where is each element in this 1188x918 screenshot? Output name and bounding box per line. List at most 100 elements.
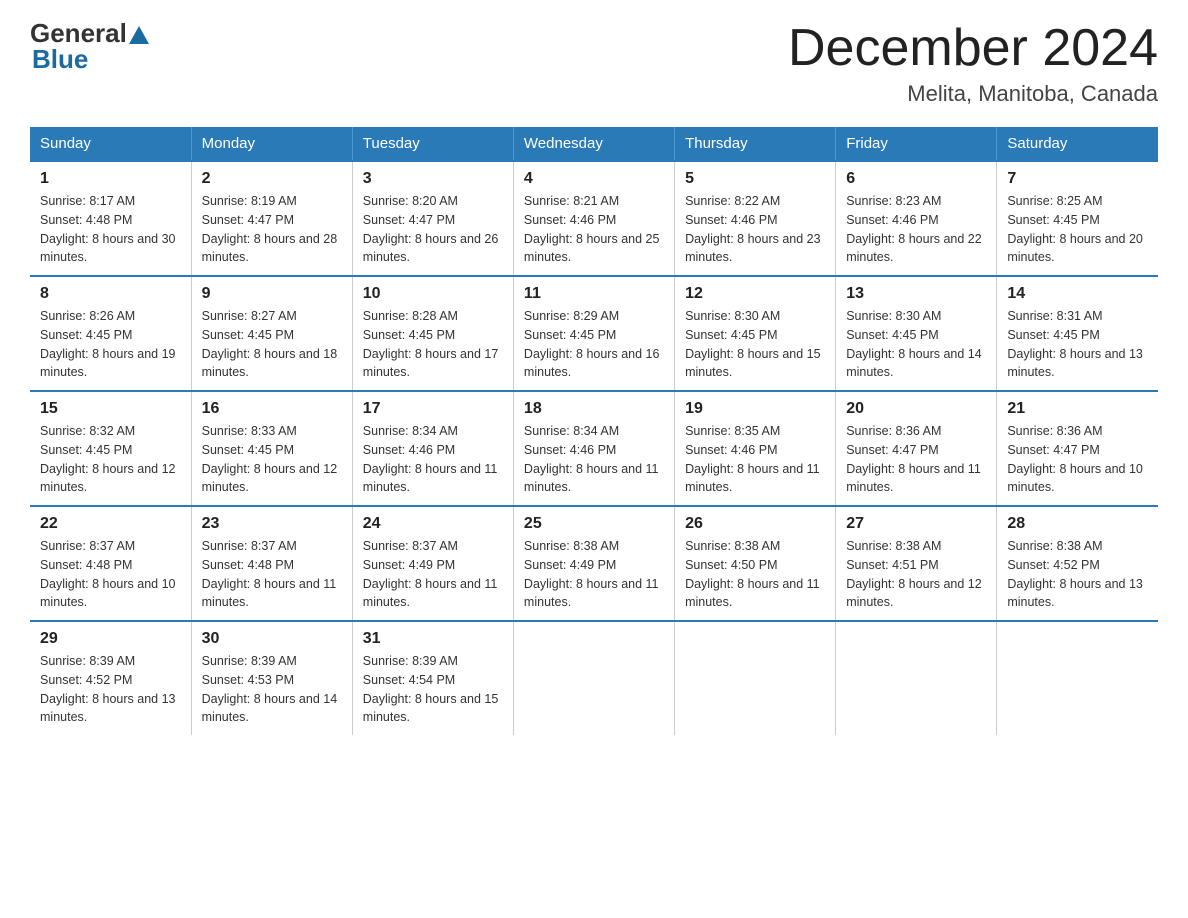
day-number: 11 [524, 285, 664, 303]
calendar-cell: 19 Sunrise: 8:35 AM Sunset: 4:46 PM Dayl… [675, 391, 836, 506]
day-number: 16 [202, 400, 342, 418]
day-number: 1 [40, 170, 181, 188]
sunset-label: Sunset: 4:46 PM [524, 213, 616, 227]
calendar-cell: 15 Sunrise: 8:32 AM Sunset: 4:45 PM Dayl… [30, 391, 191, 506]
sunrise-label: Sunrise: 8:33 AM [202, 424, 297, 438]
daylight-label: Daylight: 8 hours and 11 minutes. [846, 462, 981, 495]
sunrise-label: Sunrise: 8:37 AM [363, 539, 458, 553]
calendar-cell: 7 Sunrise: 8:25 AM Sunset: 4:45 PM Dayli… [997, 161, 1158, 276]
col-header-sunday: Sunday [30, 127, 191, 161]
daylight-label: Daylight: 8 hours and 26 minutes. [363, 232, 499, 265]
sunrise-label: Sunrise: 8:32 AM [40, 424, 135, 438]
calendar-week-row: 8 Sunrise: 8:26 AM Sunset: 4:45 PM Dayli… [30, 276, 1158, 391]
day-number: 30 [202, 630, 342, 648]
day-info: Sunrise: 8:37 AM Sunset: 4:49 PM Dayligh… [363, 537, 503, 612]
sunrise-label: Sunrise: 8:39 AM [40, 654, 135, 668]
daylight-label: Daylight: 8 hours and 11 minutes. [685, 462, 820, 495]
col-header-wednesday: Wednesday [513, 127, 674, 161]
daylight-label: Daylight: 8 hours and 12 minutes. [40, 462, 176, 495]
sunset-label: Sunset: 4:48 PM [40, 213, 132, 227]
col-header-tuesday: Tuesday [352, 127, 513, 161]
sunrise-label: Sunrise: 8:35 AM [685, 424, 780, 438]
daylight-label: Daylight: 8 hours and 25 minutes. [524, 232, 660, 265]
day-info: Sunrise: 8:39 AM Sunset: 4:53 PM Dayligh… [202, 652, 342, 727]
day-number: 26 [685, 515, 825, 533]
day-number: 5 [685, 170, 825, 188]
calendar-week-row: 22 Sunrise: 8:37 AM Sunset: 4:48 PM Dayl… [30, 506, 1158, 621]
col-header-friday: Friday [836, 127, 997, 161]
sunrise-label: Sunrise: 8:19 AM [202, 194, 297, 208]
daylight-label: Daylight: 8 hours and 11 minutes. [202, 577, 337, 610]
sunset-label: Sunset: 4:53 PM [202, 673, 294, 687]
sunset-label: Sunset: 4:45 PM [524, 328, 616, 342]
col-header-monday: Monday [191, 127, 352, 161]
day-info: Sunrise: 8:38 AM Sunset: 4:51 PM Dayligh… [846, 537, 986, 612]
sunset-label: Sunset: 4:47 PM [1007, 443, 1099, 457]
sunrise-label: Sunrise: 8:38 AM [1007, 539, 1102, 553]
calendar-table: SundayMondayTuesdayWednesdayThursdayFrid… [30, 127, 1158, 735]
day-info: Sunrise: 8:34 AM Sunset: 4:46 PM Dayligh… [524, 422, 664, 497]
sunrise-label: Sunrise: 8:29 AM [524, 309, 619, 323]
sunset-label: Sunset: 4:47 PM [363, 213, 455, 227]
day-info: Sunrise: 8:31 AM Sunset: 4:45 PM Dayligh… [1007, 307, 1148, 382]
calendar-cell: 31 Sunrise: 8:39 AM Sunset: 4:54 PM Dayl… [352, 621, 513, 735]
day-info: Sunrise: 8:38 AM Sunset: 4:50 PM Dayligh… [685, 537, 825, 612]
sunrise-label: Sunrise: 8:20 AM [363, 194, 458, 208]
sunset-label: Sunset: 4:46 PM [685, 213, 777, 227]
logo-text: General [30, 20, 151, 46]
day-info: Sunrise: 8:36 AM Sunset: 4:47 PM Dayligh… [846, 422, 986, 497]
day-info: Sunrise: 8:25 AM Sunset: 4:45 PM Dayligh… [1007, 192, 1148, 267]
logo-general-text: General [30, 20, 127, 46]
sunrise-label: Sunrise: 8:27 AM [202, 309, 297, 323]
day-number: 10 [363, 285, 503, 303]
sunset-label: Sunset: 4:45 PM [685, 328, 777, 342]
calendar-cell: 22 Sunrise: 8:37 AM Sunset: 4:48 PM Dayl… [30, 506, 191, 621]
sunset-label: Sunset: 4:45 PM [202, 443, 294, 457]
day-info: Sunrise: 8:23 AM Sunset: 4:46 PM Dayligh… [846, 192, 986, 267]
calendar-cell: 30 Sunrise: 8:39 AM Sunset: 4:53 PM Dayl… [191, 621, 352, 735]
daylight-label: Daylight: 8 hours and 14 minutes. [202, 692, 338, 725]
calendar-cell: 4 Sunrise: 8:21 AM Sunset: 4:46 PM Dayli… [513, 161, 674, 276]
daylight-label: Daylight: 8 hours and 30 minutes. [40, 232, 176, 265]
day-info: Sunrise: 8:30 AM Sunset: 4:45 PM Dayligh… [846, 307, 986, 382]
sunrise-label: Sunrise: 8:21 AM [524, 194, 619, 208]
sunset-label: Sunset: 4:45 PM [846, 328, 938, 342]
sunrise-label: Sunrise: 8:30 AM [685, 309, 780, 323]
daylight-label: Daylight: 8 hours and 13 minutes. [1007, 347, 1143, 380]
col-header-saturday: Saturday [997, 127, 1158, 161]
day-number: 6 [846, 170, 986, 188]
page-header: General Blue December 2024 Melita, Manit… [30, 20, 1158, 107]
sunrise-label: Sunrise: 8:34 AM [363, 424, 458, 438]
sunset-label: Sunset: 4:45 PM [202, 328, 294, 342]
calendar-week-row: 15 Sunrise: 8:32 AM Sunset: 4:45 PM Dayl… [30, 391, 1158, 506]
daylight-label: Daylight: 8 hours and 14 minutes. [846, 347, 982, 380]
daylight-label: Daylight: 8 hours and 11 minutes. [685, 577, 820, 610]
calendar-cell: 20 Sunrise: 8:36 AM Sunset: 4:47 PM Dayl… [836, 391, 997, 506]
day-number: 22 [40, 515, 181, 533]
calendar-cell: 8 Sunrise: 8:26 AM Sunset: 4:45 PM Dayli… [30, 276, 191, 391]
calendar-header-row: SundayMondayTuesdayWednesdayThursdayFrid… [30, 127, 1158, 161]
calendar-cell: 6 Sunrise: 8:23 AM Sunset: 4:46 PM Dayli… [836, 161, 997, 276]
sunset-label: Sunset: 4:45 PM [40, 443, 132, 457]
day-number: 25 [524, 515, 664, 533]
sunset-label: Sunset: 4:45 PM [363, 328, 455, 342]
sunrise-label: Sunrise: 8:22 AM [685, 194, 780, 208]
calendar-cell: 21 Sunrise: 8:36 AM Sunset: 4:47 PM Dayl… [997, 391, 1158, 506]
location: Melita, Manitoba, Canada [788, 81, 1158, 107]
sunrise-label: Sunrise: 8:37 AM [202, 539, 297, 553]
day-info: Sunrise: 8:28 AM Sunset: 4:45 PM Dayligh… [363, 307, 503, 382]
sunset-label: Sunset: 4:46 PM [524, 443, 616, 457]
daylight-label: Daylight: 8 hours and 12 minutes. [202, 462, 338, 495]
calendar-cell: 29 Sunrise: 8:39 AM Sunset: 4:52 PM Dayl… [30, 621, 191, 735]
sunset-label: Sunset: 4:49 PM [363, 558, 455, 572]
sunrise-label: Sunrise: 8:39 AM [363, 654, 458, 668]
day-number: 27 [846, 515, 986, 533]
daylight-label: Daylight: 8 hours and 13 minutes. [1007, 577, 1143, 610]
logo-blue-text: Blue [32, 44, 88, 74]
sunset-label: Sunset: 4:47 PM [202, 213, 294, 227]
calendar-cell [675, 621, 836, 735]
day-number: 23 [202, 515, 342, 533]
day-info: Sunrise: 8:37 AM Sunset: 4:48 PM Dayligh… [40, 537, 181, 612]
sunset-label: Sunset: 4:52 PM [40, 673, 132, 687]
day-info: Sunrise: 8:17 AM Sunset: 4:48 PM Dayligh… [40, 192, 181, 267]
